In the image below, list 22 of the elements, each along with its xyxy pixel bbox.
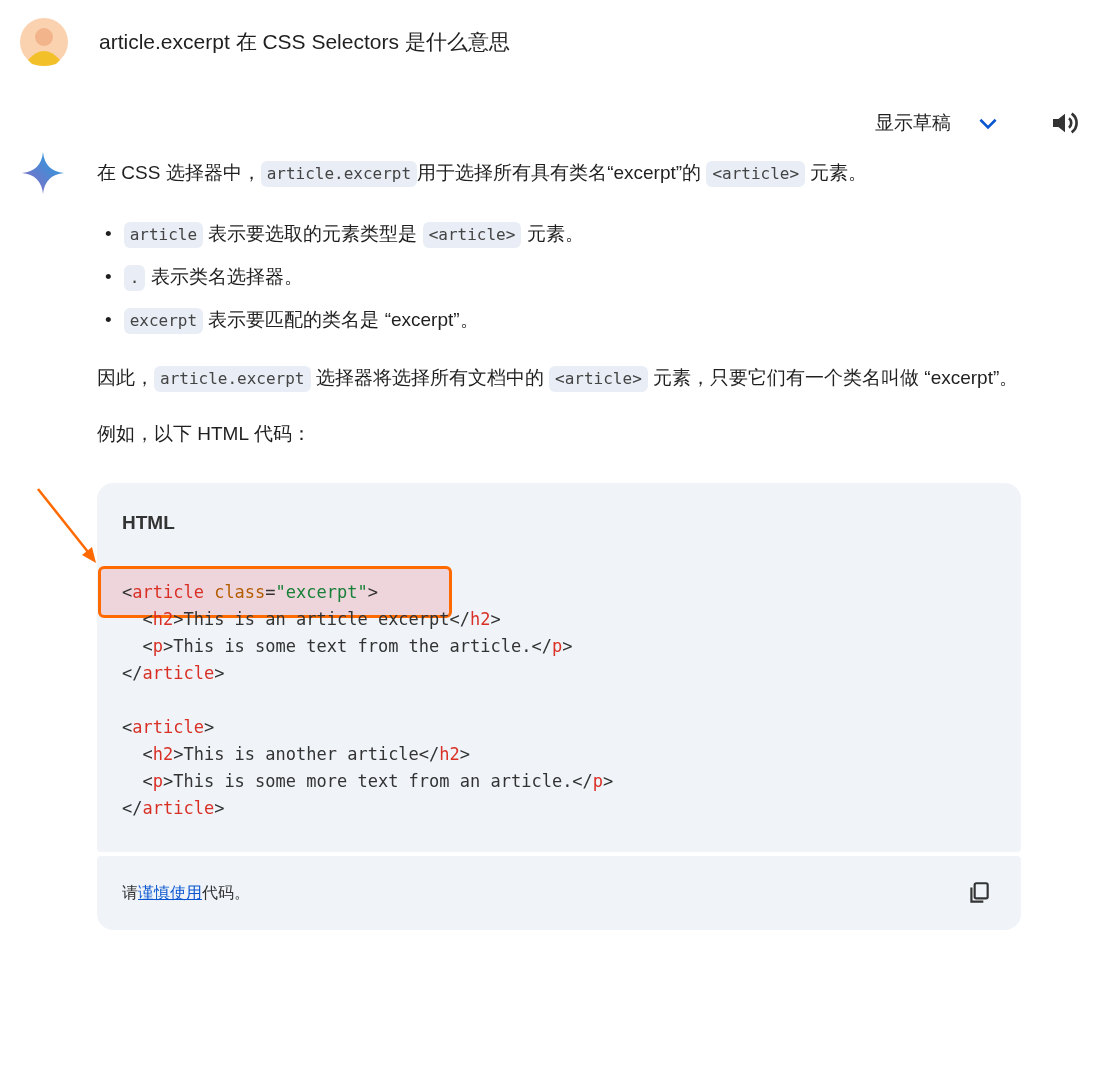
- bullet-marker: •: [105, 264, 112, 289]
- bullet-text: . 表示类名选择器。: [123, 259, 303, 294]
- bullet-text: excerpt 表示要匹配的类名是 “excerpt”。: [123, 302, 479, 337]
- bullet-text: article 表示要选取的元素类型是 <article> 元素。: [123, 216, 584, 251]
- code-line: </article>: [122, 663, 225, 683]
- code-line: <h2>This is another article</h2>: [141, 744, 471, 764]
- code-line: <p>This is some text from the article.</p>: [141, 636, 573, 656]
- code-line: </article>: [122, 798, 225, 818]
- footer-note: 请谨慎使用代码。: [122, 883, 250, 903]
- code-language-label: HTML: [122, 511, 176, 535]
- code-line: <article class="excerpt">: [122, 582, 378, 602]
- avatar: [20, 18, 68, 66]
- question-text: article.excerpt 在 CSS Selectors 是什么意思: [99, 29, 510, 55]
- bullet-marker: •: [105, 221, 112, 246]
- answer-paragraph: 在 CSS 选择器中， article.excerpt 用于选择所有具有类名“excerpt”的 <article> 元素。: [97, 152, 1021, 194]
- code-line: <article>: [122, 717, 215, 737]
- caution-link[interactable]: 谨慎使用: [138, 884, 202, 901]
- answer-paragraph: 因此， article.excerpt 选择器将选择所有文档中的 <article> 元素，只要它们有一个类名叫做 “excerpt”。: [97, 357, 1021, 399]
- answer-paragraph: 例如，以下 HTML 代码：: [97, 422, 312, 446]
- show-drafts-button[interactable]: 显示草稿: [867, 106, 1009, 140]
- bullet-marker: •: [105, 307, 112, 332]
- code-line: <p>This is some more text from an article.</p>: [141, 771, 614, 791]
